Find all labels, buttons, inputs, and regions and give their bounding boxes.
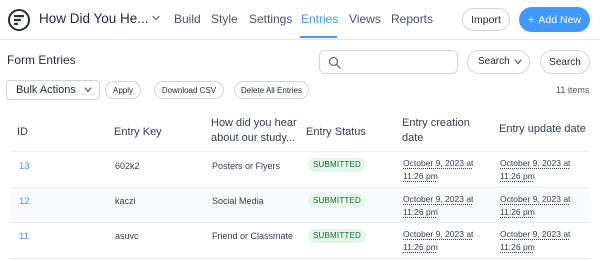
- table-row-source: Friend or Classmate: [212, 231, 294, 241]
- search-button[interactable]: Search: [540, 50, 590, 74]
- table-divider: [10, 222, 590, 223]
- search-field-select[interactable]: Search: [467, 50, 530, 74]
- bulk-actions-select[interactable]: Bulk Actions: [6, 80, 100, 100]
- table-row-updated-date: October 9, 2023 at 11:26 pm: [500, 193, 585, 219]
- download-csv-button[interactable]: Download CSV: [154, 81, 224, 99]
- nav-views[interactable]: Views: [349, 12, 381, 26]
- time-line: 11:26 pm: [403, 171, 438, 181]
- active-tab-indicator: [300, 36, 337, 38]
- items-count: 11 items: [556, 85, 590, 95]
- nav-reports[interactable]: Reports: [391, 12, 433, 26]
- table-divider: [10, 258, 590, 259]
- nav-style[interactable]: Style: [211, 12, 238, 26]
- time-line: 11:26 pm: [500, 171, 535, 181]
- nav-entries[interactable]: Entries: [301, 12, 338, 26]
- status-badge: SUBMITTED: [308, 229, 367, 243]
- search-icon: [328, 56, 341, 69]
- column-header-update-date[interactable]: Entry update date: [499, 122, 589, 137]
- table-row-id[interactable]: 13: [19, 161, 30, 172]
- table-row-updated-date: October 9, 2023 at 11:26 pm: [500, 157, 585, 183]
- status-badge: SUBMITTED: [308, 194, 367, 208]
- date-line: October 9, 2023 at: [403, 158, 474, 168]
- table-row-id[interactable]: 11: [19, 231, 29, 242]
- date-line: October 9, 2023 at: [403, 229, 474, 239]
- nav-build[interactable]: Build: [174, 12, 201, 26]
- table-row-created-date: October 9, 2023 at 11:26 pm: [403, 228, 488, 254]
- table-row-created-date: October 9, 2023 at 11:26 pm: [403, 193, 488, 219]
- time-line: 11:26 pm: [403, 242, 438, 252]
- search-field-selected: Search: [478, 56, 510, 67]
- status-badge: SUBMITTED: [308, 158, 367, 172]
- entry-id-link[interactable]: 13: [19, 161, 30, 172]
- search-input[interactable]: [319, 50, 458, 74]
- time-line: 11:26 pm: [500, 207, 535, 217]
- date-line: October 9, 2023 at: [500, 229, 571, 239]
- entry-id-link[interactable]: 12: [19, 196, 30, 207]
- delete-all-entries-button[interactable]: Delete All Entries: [234, 81, 309, 99]
- top-bar: How Did You He... Build Style Settings E…: [0, 0, 600, 40]
- page-heading: Form Entries: [7, 53, 76, 67]
- date-line: October 9, 2023 at: [403, 194, 474, 204]
- entry-id-link[interactable]: 11: [19, 231, 29, 242]
- table-row-key: asuvc: [115, 231, 139, 241]
- add-new-button[interactable]: + Add New: [519, 7, 590, 32]
- table-row-source: Social Media: [212, 196, 264, 206]
- apply-button[interactable]: Apply: [105, 81, 141, 99]
- nav-settings[interactable]: Settings: [249, 12, 292, 26]
- form-title[interactable]: How Did You He...: [39, 11, 149, 26]
- time-line: 11:26 pm: [403, 207, 438, 217]
- table-divider: [10, 151, 590, 152]
- add-new-label: Add New: [538, 13, 582, 26]
- date-line: October 9, 2023 at: [500, 194, 571, 204]
- chevron-down-icon: [84, 87, 92, 93]
- table-row-updated-date: October 9, 2023 at 11:26 pm: [500, 228, 585, 254]
- table-row-key: 602k2: [115, 161, 140, 171]
- column-header-entry-status[interactable]: Entry Status: [306, 125, 366, 140]
- bulk-actions-selected: Bulk Actions: [16, 84, 76, 96]
- column-header-entry-key[interactable]: Entry Key: [114, 125, 162, 140]
- column-header-question[interactable]: How did you hear about our study...: [211, 116, 306, 146]
- column-header-creation-date[interactable]: Entry creation date: [402, 116, 487, 146]
- table-row-id[interactable]: 12: [19, 196, 30, 207]
- column-header-id[interactable]: ID: [17, 125, 28, 140]
- date-line: October 9, 2023 at: [500, 158, 571, 168]
- formidable-logo-icon[interactable]: [8, 9, 30, 31]
- chevron-down-icon: [514, 59, 522, 65]
- table-row-key: kaczi: [115, 196, 136, 206]
- chevron-down-icon[interactable]: [150, 12, 162, 24]
- time-line: 11:26 pm: [500, 242, 535, 252]
- import-button[interactable]: Import: [462, 8, 510, 31]
- table-row-created-date: October 9, 2023 at 11:26 pm: [403, 157, 488, 183]
- plus-icon: +: [527, 13, 535, 26]
- table-row-source: Posters or Flyers: [212, 161, 281, 171]
